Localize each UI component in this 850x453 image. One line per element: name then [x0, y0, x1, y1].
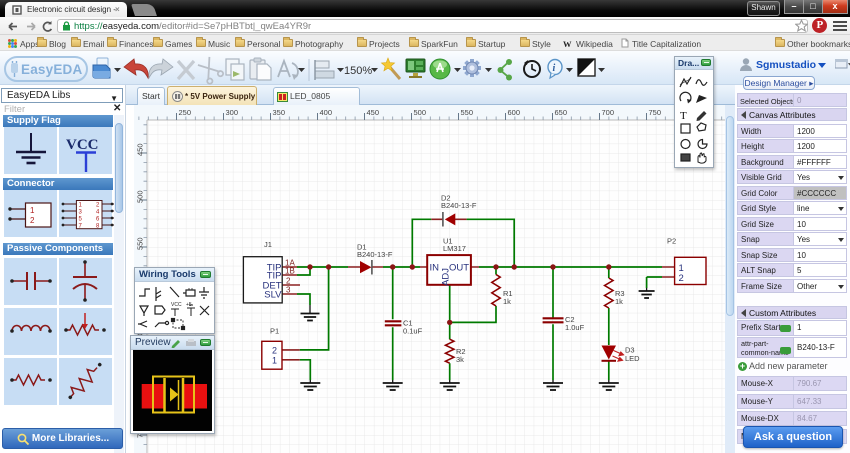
- svg-text:i: i: [553, 63, 556, 74]
- svg-text:550: 550: [136, 237, 145, 250]
- svg-text:T: T: [680, 110, 687, 122]
- svg-text:P1: P1: [270, 327, 279, 336]
- svg-text:B240-13-F: B240-13-F: [441, 201, 477, 210]
- svg-text:+5: +5: [186, 302, 192, 308]
- svg-text:P2: P2: [667, 237, 676, 246]
- svg-text:IN: IN: [430, 263, 440, 274]
- svg-text:500: 500: [136, 190, 145, 203]
- svg-text:350: 350: [273, 108, 286, 117]
- svg-text:LM317: LM317: [443, 244, 466, 253]
- svg-text:650: 650: [555, 108, 568, 117]
- svg-text:VCC: VCC: [171, 302, 182, 308]
- svg-text:SLV: SLV: [264, 290, 282, 301]
- svg-text:ADJ: ADJ: [441, 268, 452, 286]
- svg-text:750: 750: [649, 108, 662, 117]
- svg-text:OUT: OUT: [449, 263, 469, 274]
- svg-text:500: 500: [414, 108, 427, 117]
- svg-text:2: 2: [272, 346, 277, 356]
- svg-text:LED: LED: [625, 354, 640, 363]
- svg-text:J1: J1: [264, 240, 272, 249]
- svg-text:2: 2: [286, 277, 291, 286]
- svg-text:B240-13-F: B240-13-F: [357, 250, 393, 259]
- svg-text:400: 400: [320, 108, 333, 117]
- svg-text:VCC: VCC: [66, 137, 99, 153]
- svg-text:1: 1: [272, 356, 277, 366]
- svg-text:2: 2: [30, 216, 35, 225]
- svg-text:550: 550: [461, 108, 474, 117]
- svg-text:0.1uF: 0.1uF: [403, 327, 423, 336]
- svg-text:450: 450: [136, 143, 145, 156]
- svg-text:700: 700: [602, 108, 615, 117]
- svg-text:3k: 3k: [456, 355, 464, 364]
- svg-text:1k: 1k: [503, 297, 511, 306]
- svg-text:250: 250: [179, 108, 192, 117]
- svg-text:300: 300: [226, 108, 239, 117]
- svg-text:450: 450: [367, 108, 380, 117]
- svg-text:2: 2: [679, 273, 684, 284]
- svg-text:150%: 150%: [344, 65, 372, 77]
- svg-text:1k: 1k: [615, 297, 623, 306]
- svg-text:3: 3: [286, 286, 291, 295]
- svg-text:1B: 1B: [285, 267, 295, 276]
- svg-text:600: 600: [508, 108, 521, 117]
- svg-text:1: 1: [30, 206, 35, 215]
- svg-text:1.0uF: 1.0uF: [565, 323, 585, 332]
